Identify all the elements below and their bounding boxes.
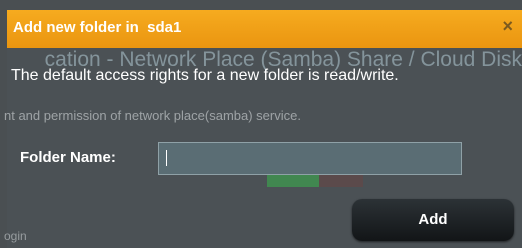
screen: cation - Network Place (Samba) Share / C…	[0, 0, 522, 248]
frame-top	[0, 0, 522, 10]
background-login-text: ogin	[4, 229, 27, 243]
close-icon[interactable]: ×	[502, 16, 513, 37]
text-caret	[166, 150, 167, 166]
dialog-title-bar: Add new folder in sda1 ×	[7, 10, 522, 48]
folder-name-input[interactable]	[158, 142, 462, 175]
frame-left	[0, 10, 7, 248]
folder-name-label: Folder Name:	[20, 149, 116, 166]
add-button[interactable]: Add	[352, 199, 514, 241]
dialog-title: Add new folder in sda1	[13, 19, 182, 36]
access-rights-message: The default access rights for a new fold…	[11, 67, 399, 84]
